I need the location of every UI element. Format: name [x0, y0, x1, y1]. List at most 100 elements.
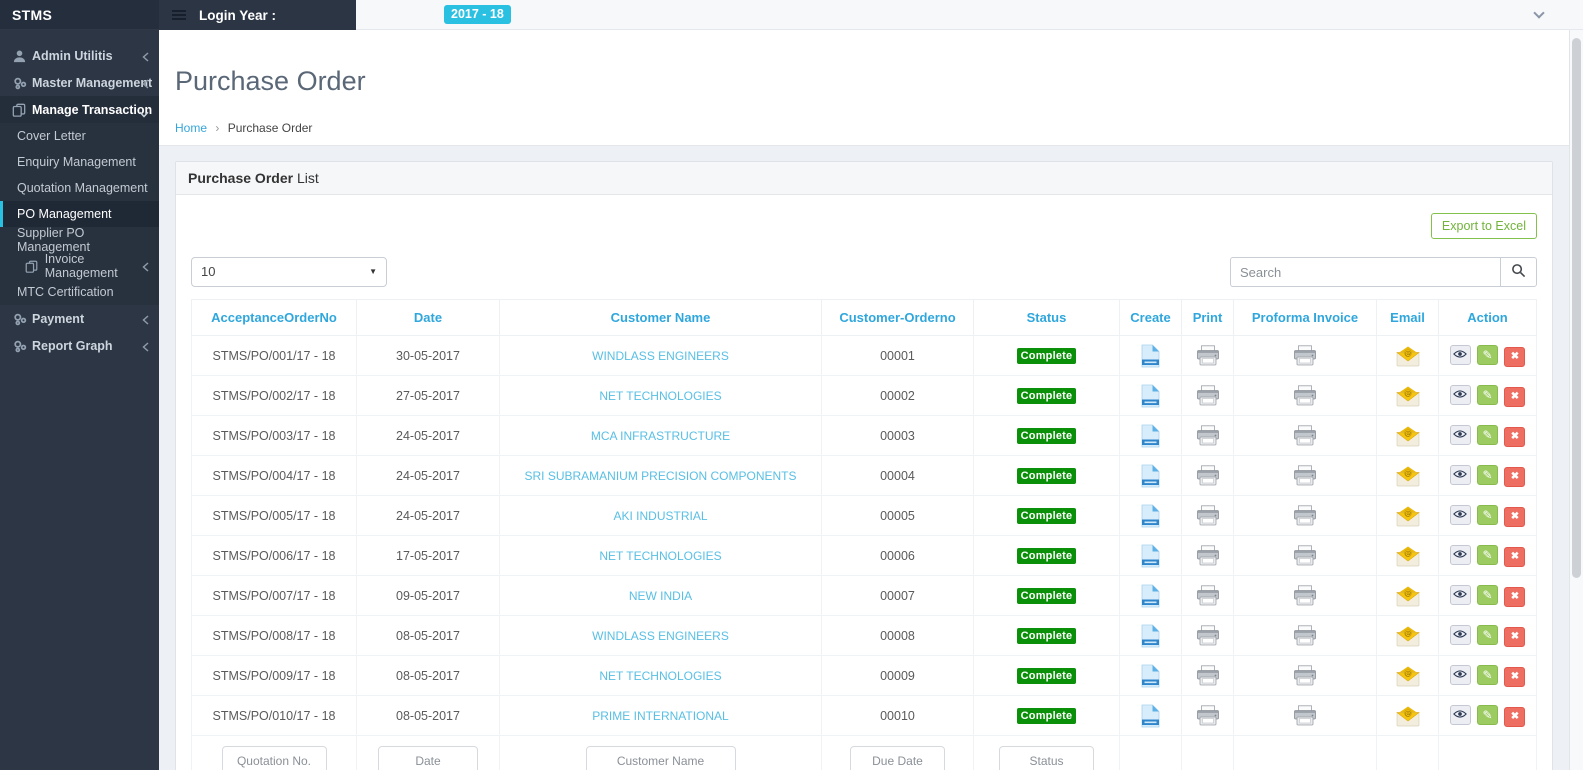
search-button[interactable] — [1500, 257, 1537, 287]
print-icon[interactable] — [1196, 425, 1220, 446]
email-icon[interactable]: @ — [1394, 465, 1422, 487]
scrollbar-thumb[interactable] — [1572, 38, 1581, 578]
create-document-icon[interactable] — [1141, 424, 1160, 448]
col-create[interactable]: Create — [1120, 300, 1182, 336]
filter-status-input[interactable] — [999, 746, 1094, 770]
page-size-select[interactable]: 10 ▼ — [191, 257, 387, 287]
view-button[interactable] — [1450, 665, 1471, 685]
create-document-icon[interactable] — [1141, 544, 1160, 568]
sidebar-item-enquiry-management[interactable]: Enquiry Management — [0, 149, 159, 175]
sidebar-item-po-management[interactable]: PO Management — [0, 201, 159, 227]
col-customer-orderno[interactable]: Customer-Orderno — [822, 300, 974, 336]
sidebar-item-cover-letter[interactable]: Cover Letter — [0, 123, 159, 149]
customer-link[interactable]: WINDLASS ENGINEERS — [592, 349, 729, 363]
col-email[interactable]: Email — [1377, 300, 1439, 336]
view-button[interactable] — [1450, 625, 1471, 645]
export-to-excel-button[interactable]: Export to Excel — [1431, 213, 1537, 239]
customer-link[interactable]: WINDLASS ENGINEERS — [592, 629, 729, 643]
col-proforma-invoice[interactable]: Proforma Invoice — [1234, 300, 1377, 336]
print-icon[interactable] — [1196, 625, 1220, 646]
view-button[interactable] — [1450, 505, 1471, 525]
create-document-icon[interactable] — [1141, 344, 1160, 368]
delete-button[interactable]: ✖ — [1504, 667, 1525, 687]
delete-button[interactable]: ✖ — [1504, 347, 1525, 367]
proforma-print-icon[interactable] — [1293, 385, 1317, 406]
proforma-print-icon[interactable] — [1293, 425, 1317, 446]
vertical-scrollbar[interactable] — [1569, 30, 1583, 770]
delete-button[interactable]: ✖ — [1504, 547, 1525, 567]
edit-button[interactable]: ✎ — [1477, 345, 1498, 365]
create-document-icon[interactable] — [1141, 464, 1160, 488]
col-print[interactable]: Print — [1182, 300, 1234, 336]
proforma-print-icon[interactable] — [1293, 665, 1317, 686]
email-icon[interactable]: @ — [1394, 585, 1422, 607]
email-icon[interactable]: @ — [1394, 505, 1422, 527]
edit-button[interactable]: ✎ — [1477, 465, 1498, 485]
create-document-icon[interactable] — [1141, 624, 1160, 648]
create-document-icon[interactable] — [1141, 584, 1160, 608]
customer-link[interactable]: SRI SUBRAMANIUM PRECISION COMPONENTS — [524, 469, 796, 483]
col-date[interactable]: Date — [357, 300, 500, 336]
proforma-print-icon[interactable] — [1293, 705, 1317, 726]
view-button[interactable] — [1450, 425, 1471, 445]
edit-button[interactable]: ✎ — [1477, 705, 1498, 725]
view-button[interactable] — [1450, 705, 1471, 725]
customer-link[interactable]: AKI INDUSTRIAL — [613, 509, 707, 523]
filter-date-input[interactable] — [378, 746, 478, 770]
view-button[interactable] — [1450, 545, 1471, 565]
edit-button[interactable]: ✎ — [1477, 385, 1498, 405]
chevron-down-icon[interactable] — [1533, 7, 1544, 18]
filter-due-date-input[interactable] — [850, 746, 945, 770]
login-year-badge[interactable]: 2017 - 18 — [444, 5, 511, 24]
email-icon[interactable]: @ — [1394, 665, 1422, 687]
brand-logo[interactable]: STMS — [0, 0, 159, 30]
proforma-print-icon[interactable] — [1293, 625, 1317, 646]
print-icon[interactable] — [1196, 345, 1220, 366]
sidebar-item-report-graph[interactable]: Report Graph — [0, 332, 159, 359]
customer-link[interactable]: NEW INDIA — [629, 589, 692, 603]
sidebar-item-payment[interactable]: Payment — [0, 305, 159, 332]
email-icon[interactable]: @ — [1394, 705, 1422, 727]
edit-button[interactable]: ✎ — [1477, 585, 1498, 605]
proforma-print-icon[interactable] — [1293, 345, 1317, 366]
sidebar-item-admin-utilitis[interactable]: Admin Utilitis — [0, 42, 159, 69]
view-button[interactable] — [1450, 345, 1471, 365]
create-document-icon[interactable] — [1141, 384, 1160, 408]
proforma-print-icon[interactable] — [1293, 585, 1317, 606]
print-icon[interactable] — [1196, 585, 1220, 606]
filter-quotation-no-input[interactable] — [222, 746, 327, 770]
sidebar-item-supplier-po-management[interactable]: Supplier PO Management — [0, 227, 159, 253]
sidebar-item-quotation-management[interactable]: Quotation Management — [0, 175, 159, 201]
proforma-print-icon[interactable] — [1293, 545, 1317, 566]
search-input[interactable] — [1230, 257, 1500, 287]
edit-button[interactable]: ✎ — [1477, 425, 1498, 445]
col-action[interactable]: Action — [1439, 300, 1537, 336]
customer-link[interactable]: PRIME INTERNATIONAL — [592, 709, 728, 723]
col-acceptance-order-no[interactable]: AcceptanceOrderNo — [192, 300, 357, 336]
edit-button[interactable]: ✎ — [1477, 545, 1498, 565]
edit-button[interactable]: ✎ — [1477, 625, 1498, 645]
customer-link[interactable]: MCA INFRASTRUCTURE — [591, 429, 730, 443]
view-button[interactable] — [1450, 465, 1471, 485]
print-icon[interactable] — [1196, 545, 1220, 566]
sidebar-item-manage-transaction[interactable]: Manage Transaction — [0, 96, 159, 123]
delete-button[interactable]: ✖ — [1504, 707, 1525, 727]
email-icon[interactable]: @ — [1394, 385, 1422, 407]
delete-button[interactable]: ✖ — [1504, 627, 1525, 647]
sidebar-item-master-management[interactable]: Master Management — [0, 69, 159, 96]
col-status[interactable]: Status — [974, 300, 1120, 336]
filter-customer-name-input[interactable] — [586, 746, 736, 770]
email-icon[interactable]: @ — [1394, 545, 1422, 567]
print-icon[interactable] — [1196, 665, 1220, 686]
email-icon[interactable]: @ — [1394, 425, 1422, 447]
print-icon[interactable] — [1196, 505, 1220, 526]
edit-button[interactable]: ✎ — [1477, 665, 1498, 685]
email-icon[interactable]: @ — [1394, 625, 1422, 647]
customer-link[interactable]: NET TECHNOLOGIES — [599, 669, 721, 683]
col-customer-name[interactable]: Customer Name — [500, 300, 822, 336]
print-icon[interactable] — [1196, 705, 1220, 726]
delete-button[interactable]: ✖ — [1504, 427, 1525, 447]
print-icon[interactable] — [1196, 465, 1220, 486]
print-icon[interactable] — [1196, 385, 1220, 406]
sidebar-item-invoice-management[interactable]: Invoice Management — [0, 253, 159, 279]
